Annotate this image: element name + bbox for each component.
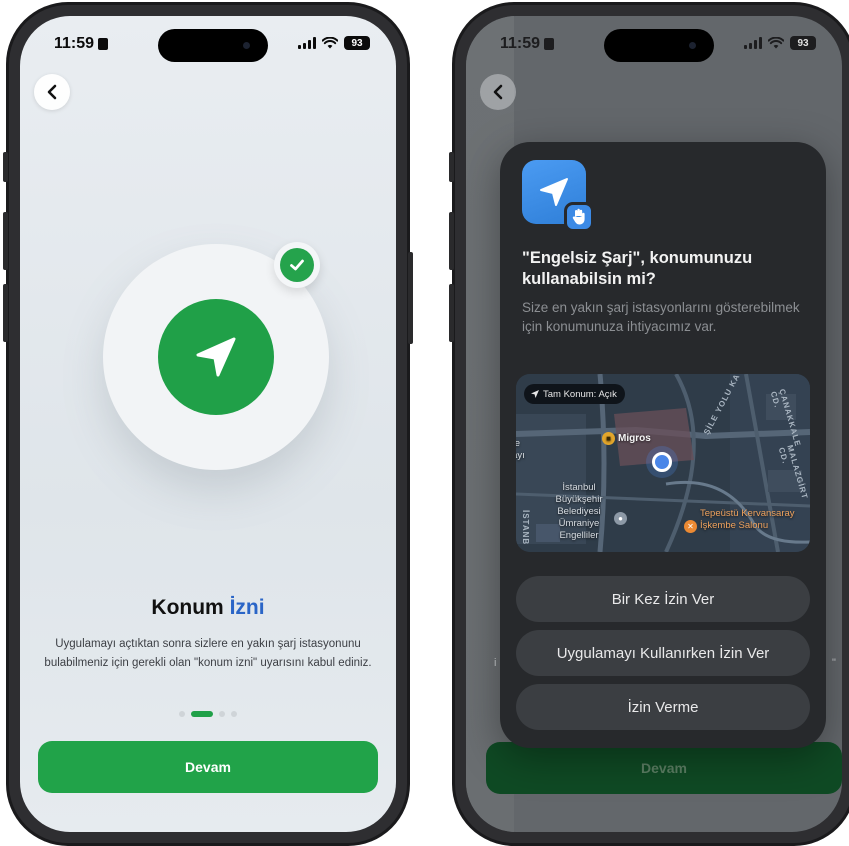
continue-button[interactable]: Devam xyxy=(38,741,378,793)
mute-switch xyxy=(3,152,8,182)
volume-down-button xyxy=(449,284,454,342)
map-pin-migros: ■ Migros xyxy=(602,432,651,445)
dynamic-island xyxy=(604,29,714,62)
battery-icon: 93 xyxy=(790,36,816,50)
sim-icon xyxy=(544,38,555,50)
cellular-signal-icon xyxy=(298,37,316,49)
background-text-fragment: " xyxy=(832,657,836,669)
app-icon xyxy=(522,160,594,232)
mute-switch xyxy=(449,152,454,182)
title-accent: İzni xyxy=(229,596,265,619)
page-title: Konum İzni xyxy=(151,596,265,619)
dialog-description: Size en yakın şarj istasyonlarını göster… xyxy=(522,300,800,334)
volume-up-button xyxy=(449,212,454,270)
dynamic-island xyxy=(158,29,268,62)
allow-while-using-button[interactable]: Uygulamayı Kullanırken İzin Ver xyxy=(516,630,810,676)
map-label-partial: ye layı xyxy=(516,438,525,461)
phone-permission-dialog: 11:59 93 i " Devam "Engelsiz Şarj", konu… xyxy=(449,2,849,846)
status-icons: 93 xyxy=(744,36,816,50)
page-dot xyxy=(231,711,237,717)
wifi-icon xyxy=(322,37,338,49)
location-arrow-icon xyxy=(531,390,539,398)
location-permission-dialog: "Engelsiz Şarj", konumunuzu kullanabilsi… xyxy=(500,142,826,748)
back-button[interactable] xyxy=(480,74,516,110)
page-description: Uygulamayı açtıktan sonra sizlere en yak… xyxy=(44,638,372,669)
onboarding-screen: 11:59 93 Konum İzni Uygulamayı açtıktan … xyxy=(20,16,396,832)
wifi-icon xyxy=(768,37,784,49)
volume-up-button xyxy=(3,212,8,270)
back-button[interactable] xyxy=(34,74,70,110)
status-icons: 93 xyxy=(298,36,370,50)
phone-onboarding: 11:59 93 Konum İzni Uygulamayı açtıktan … xyxy=(3,2,413,846)
checkmark-icon xyxy=(290,259,304,271)
page-indicator xyxy=(20,711,396,717)
page-dot xyxy=(179,711,185,717)
check-badge xyxy=(274,242,320,288)
current-location-dot xyxy=(652,452,672,472)
building-pin-icon: ● xyxy=(614,512,627,525)
power-button xyxy=(408,252,413,344)
chevron-left-icon xyxy=(493,84,503,100)
page-dot-active xyxy=(191,711,213,717)
hand-icon xyxy=(564,202,594,232)
shopping-bag-icon: ■ xyxy=(602,432,615,445)
comparison-stage: 11:59 93 Konum İzni Uygulamayı açtıktan … xyxy=(0,0,849,846)
precise-location-toggle[interactable]: Tam Konum: Açık xyxy=(524,384,625,404)
map-label-belediye: İstanbul Büyükşehir Belediyesi Ümraniye … xyxy=(555,482,603,541)
volume-down-button xyxy=(3,284,8,342)
dialog-title: "Engelsiz Şarj", konumunuzu kullanabilsi… xyxy=(522,249,753,288)
battery-icon: 93 xyxy=(344,36,370,50)
background-continue-button: Devam xyxy=(486,742,842,794)
background-text-fragment: i xyxy=(494,657,497,669)
map-label-kervansaray: Tepeüstü Kervansaray İşkembe Salonu xyxy=(700,508,795,531)
navigation-arrow-icon xyxy=(196,337,236,377)
navigation-circle xyxy=(158,299,274,415)
status-time: 11:59 xyxy=(54,35,109,53)
sim-icon xyxy=(98,38,109,50)
location-map[interactable]: Tam Konum: Açık ■ Migros ye layı İstanbu… xyxy=(516,374,810,552)
permission-screen: 11:59 93 i " Devam "Engelsiz Şarj", konu… xyxy=(466,16,842,832)
chevron-left-icon xyxy=(47,84,57,100)
road-label: İSTANB xyxy=(521,510,530,546)
status-time: 11:59 xyxy=(500,35,555,53)
cellular-signal-icon xyxy=(744,37,762,49)
restaurant-icon: ✕ xyxy=(684,520,697,533)
dont-allow-button[interactable]: İzin Verme xyxy=(516,684,810,730)
page-dot xyxy=(219,711,225,717)
allow-once-button[interactable]: Bir Kez İzin Ver xyxy=(516,576,810,622)
